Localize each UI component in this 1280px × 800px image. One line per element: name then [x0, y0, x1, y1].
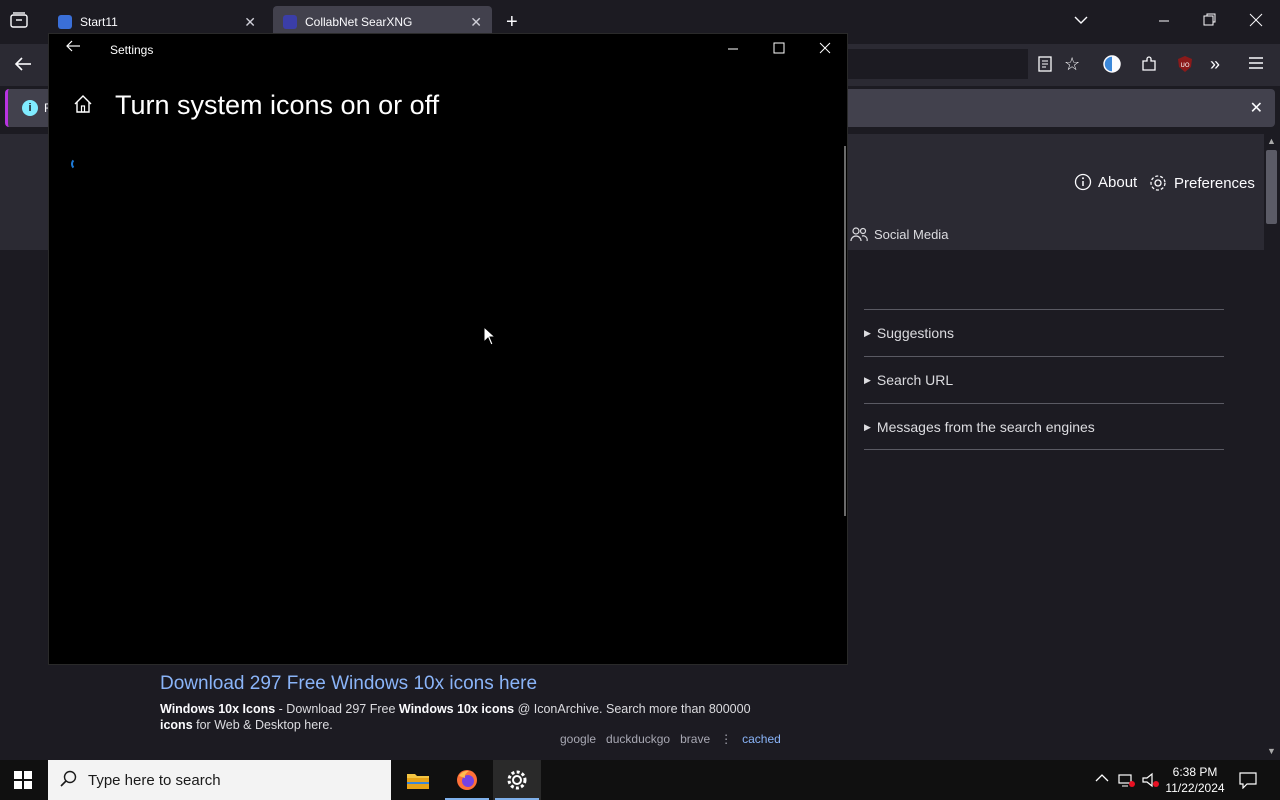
maximize-icon[interactable]	[769, 40, 789, 57]
desc-bold: Windows 10x Icons	[160, 702, 276, 716]
chevron-up-icon[interactable]	[1095, 772, 1109, 787]
desc-text: @ IconArchive. Search more than 800000	[514, 702, 751, 716]
bookmark-star-icon[interactable]: ☆	[1064, 54, 1080, 75]
accordion-engine-messages[interactable]: ▶ Messages from the search engines	[864, 419, 1095, 435]
clock-time: 6:38 PM	[1172, 765, 1218, 779]
accordion-label: Messages from the search engines	[876, 419, 1095, 435]
preferences-link[interactable]: Preferences	[1148, 173, 1255, 193]
cached-link[interactable]: cached	[742, 732, 781, 746]
reader-view-icon[interactable]	[1037, 55, 1053, 78]
clock-date: 11/22/2024	[1165, 781, 1225, 795]
close-notification-icon[interactable]: ✕	[1250, 98, 1263, 118]
result-description: Windows 10x Icons - Download 297 Free Wi…	[160, 701, 780, 733]
desc-bold: icons	[160, 718, 193, 732]
desc-text: - Download 297 Free	[275, 702, 399, 716]
taskbar-clock[interactable]: 6:38 PM 11/22/2024	[1160, 764, 1230, 796]
vertical-ellipsis-icon: ⋮	[720, 732, 733, 746]
url-bar[interactable]	[848, 49, 1028, 79]
taskbar-search-box[interactable]: Type here to search	[48, 760, 391, 800]
search-icon	[60, 770, 78, 788]
overflow-chevrons-icon[interactable]: »	[1210, 54, 1220, 75]
engine-label: brave	[680, 732, 711, 746]
engine-label: google	[560, 732, 597, 746]
desc-bold: Windows 10x icons	[398, 702, 515, 716]
home-icon[interactable]	[73, 94, 93, 114]
settings-app-icon[interactable]	[493, 760, 541, 800]
divider	[864, 309, 1224, 310]
mouse-cursor-icon	[483, 325, 497, 351]
page-scrollbar[interactable]	[1264, 134, 1280, 760]
category-social-media[interactable]: Social Media	[850, 226, 948, 242]
engine-label: duckduckgo	[606, 732, 671, 746]
divider	[864, 356, 1224, 357]
triangle-right-icon: ▶	[864, 422, 871, 432]
extension-blue-icon[interactable]	[1102, 54, 1122, 79]
notifications-icon[interactable]	[1239, 771, 1257, 792]
page-scroll-thumb[interactable]	[1266, 150, 1277, 224]
loading-spinner-icon	[71, 158, 83, 170]
back-arrow-icon[interactable]	[65, 39, 81, 58]
triangle-right-icon: ▶	[864, 328, 871, 338]
scroll-up-icon[interactable]: ▲	[1267, 136, 1276, 146]
minimize-icon[interactable]	[723, 40, 743, 57]
social-media-label: Social Media	[874, 226, 949, 242]
ublock-origin-icon[interactable]: UO	[1176, 55, 1194, 78]
tab-list-icon[interactable]	[10, 12, 28, 33]
speaker-muted-icon[interactable]	[1142, 772, 1160, 791]
preferences-label: Preferences	[1174, 174, 1255, 192]
result-engines: google duckduckgo brave ⋮ cached	[560, 732, 781, 746]
gear-icon	[1150, 175, 1166, 191]
about-label: About	[1098, 173, 1138, 191]
settings-scrollbar[interactable]	[844, 146, 846, 516]
firefox-icon[interactable]	[443, 760, 491, 800]
tab-title: Start11	[80, 15, 118, 29]
accordion-suggestions[interactable]: ▶ Suggestions	[864, 325, 954, 341]
searxng-favicon-icon	[283, 15, 297, 29]
network-icon[interactable]	[1118, 772, 1136, 791]
close-tab-icon[interactable]: ✕	[470, 14, 482, 31]
scroll-down-icon[interactable]: ▼	[1267, 746, 1276, 756]
chevron-down-icon[interactable]	[1074, 12, 1088, 30]
settings-window: Settings Turn system icons on or off	[48, 33, 848, 665]
tab-title: CollabNet SearXNG	[305, 15, 413, 29]
windows-start-icon[interactable]	[14, 771, 32, 789]
divider	[864, 403, 1224, 404]
close-window-icon[interactable]	[1249, 13, 1263, 32]
restore-icon[interactable]	[1203, 13, 1217, 32]
page-title: Turn system icons on or off	[115, 90, 440, 120]
back-arrow-icon[interactable]	[14, 56, 32, 77]
minimize-icon[interactable]	[1157, 10, 1171, 29]
divider	[864, 449, 1224, 450]
accordion-label: Search URL	[876, 372, 954, 388]
people-icon	[850, 227, 868, 242]
info-icon: i	[22, 100, 38, 116]
start11-favicon-icon	[58, 15, 72, 29]
svg-text:UO: UO	[1180, 62, 1189, 69]
close-icon[interactable]	[815, 40, 835, 57]
file-explorer-icon[interactable]	[394, 760, 442, 800]
hamburger-menu-icon[interactable]	[1248, 55, 1264, 76]
search-placeholder: Type here to search	[88, 771, 221, 789]
accordion-label: Suggestions	[876, 325, 954, 341]
extensions-puzzle-icon[interactable]	[1140, 55, 1158, 78]
taskbar: Type here to search 6:38 PM 11/22/2024	[0, 760, 1280, 800]
triangle-right-icon: ▶	[864, 375, 871, 385]
close-tab-icon[interactable]: ✕	[244, 14, 256, 31]
result-title-link[interactable]: Download 297 Free Windows 10x icons here	[160, 673, 537, 695]
desc-text: for Web & Desktop here.	[192, 718, 333, 732]
info-circle-icon	[1074, 173, 1092, 191]
new-tab-icon[interactable]: +	[506, 11, 518, 34]
accordion-search-url[interactable]: ▶ Search URL	[864, 372, 953, 388]
settings-title: Settings	[110, 43, 154, 57]
about-link[interactable]: About	[1074, 173, 1137, 191]
